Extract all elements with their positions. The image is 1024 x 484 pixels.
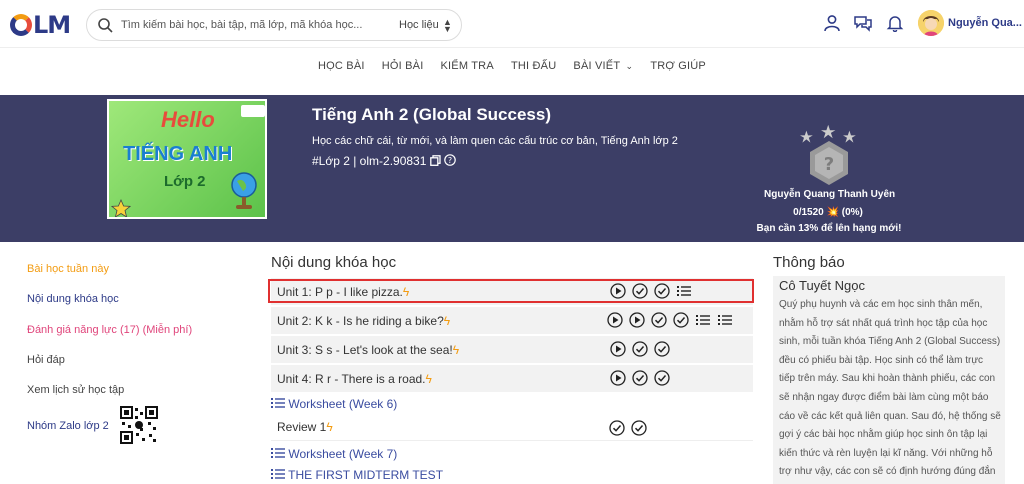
worksheet-week-7-label: Worksheet (Week 7) xyxy=(288,447,398,461)
course-content-title: Nội dung khóa học xyxy=(271,254,397,271)
course-description: Học các chữ cái, từ mới, và làm quen các… xyxy=(312,135,678,147)
unit-4-title: Unit 4: R r - There is a road. xyxy=(277,372,426,386)
unit-3-label[interactable]: Unit 3: S s - Let's look at the sea!ϟ xyxy=(277,343,459,357)
course-banner: Hello TIẾNG ANH Lớp 2 Tiếng Anh 2 (Globa… xyxy=(0,95,1024,242)
nav-item-thi-dau[interactable]: THI ĐẤU xyxy=(511,60,556,72)
main-nav: HỌC BÀI HỎI BÀI KIỂM TRA THI ĐẤU BÀI VIẾ… xyxy=(0,60,1024,84)
unit-row-4[interactable]: Unit 4: R r - There is a road.ϟ xyxy=(271,365,753,392)
play-icon[interactable] xyxy=(610,370,626,386)
course-cover-image: Hello TIẾNG ANH Lớp 2 xyxy=(107,99,267,219)
nav-item-tro-giup[interactable]: TRỢ GIÚP xyxy=(650,60,706,72)
nav-item-hoc-bai[interactable]: HỌC BÀI xyxy=(318,60,365,72)
course-title: Tiếng Anh 2 (Global Success) xyxy=(312,105,551,124)
review-row[interactable]: Review 1ϟ xyxy=(271,414,753,441)
svg-text:?: ? xyxy=(448,156,452,165)
bell-icon[interactable] xyxy=(886,14,904,32)
unit-4-label[interactable]: Unit 4: R r - There is a road.ϟ xyxy=(277,372,432,386)
bolt-icon: ϟ xyxy=(452,343,460,357)
cover-grade-text: Lớp 2 xyxy=(164,173,206,190)
midterm-test-label: THE FIRST MIDTERM TEST xyxy=(288,468,444,482)
avatar[interactable] xyxy=(918,10,944,36)
sidebar-item-qa[interactable]: Hỏi đáp xyxy=(27,354,65,366)
list-icon[interactable] xyxy=(695,312,711,328)
highlight-box xyxy=(268,279,754,303)
notices-title: Thông báo xyxy=(773,254,845,271)
username[interactable]: Nguyễn Qua... xyxy=(948,17,1022,29)
review-title: Review 1 xyxy=(277,420,327,434)
rank-student-name: Nguyễn Quang Thanh Uyên xyxy=(764,189,896,200)
unit-row-3[interactable]: Unit 3: S s - Let's look at the sea!ϟ xyxy=(271,336,753,363)
unit-2-title: Unit 2: K k - Is he riding a bike? xyxy=(277,314,444,328)
course-code: #Lớp 2 | olm-2.90831 ? xyxy=(312,154,456,168)
top-bar: LM Tìm kiếm bài học, bài tập, mã lớp, mã… xyxy=(0,0,1024,48)
nav-item-hoi-bai[interactable]: HỎI BÀI xyxy=(382,60,424,72)
nav-item-bai-viet-label: BÀI VIẾT xyxy=(573,60,621,72)
list-icon xyxy=(271,398,285,408)
rank-note: Bạn cần 13% để lên hạng mới! xyxy=(756,223,902,234)
check-icon[interactable] xyxy=(654,341,670,357)
check-icon[interactable] xyxy=(609,420,625,436)
select-arrows-icon: ▲ ▼ xyxy=(443,17,452,34)
midterm-test-link[interactable]: THE FIRST MIDTERM TEST xyxy=(271,468,443,482)
sidebar-item-assessment[interactable]: Đánh giá năng lực (17) (Miễn phí) xyxy=(27,324,192,336)
play-icon[interactable] xyxy=(607,312,623,328)
chevron-down-icon: ⌄ xyxy=(625,61,634,71)
sidebar-item-zalo-group[interactable]: Nhóm Zalo lớp 2 xyxy=(27,420,109,432)
worksheet-week-6-label: Worksheet (Week 6) xyxy=(288,397,398,411)
search-input[interactable]: Tìm kiếm bài học, bài tập, mã lớp, mã kh… xyxy=(121,19,362,31)
check-icon[interactable] xyxy=(632,370,648,386)
list-icon[interactable] xyxy=(717,312,733,328)
sidebar-item-history[interactable]: Xem lịch sử học tập xyxy=(27,384,124,396)
star-icon xyxy=(111,199,131,217)
notice-card: Cô Tuyết Ngọc Quý phụ huynh và các em họ… xyxy=(773,276,1005,484)
cover-hello-text: Hello xyxy=(161,107,215,132)
bolt-icon: ϟ xyxy=(326,420,333,434)
help-icon[interactable]: ? xyxy=(444,154,456,166)
unit-2-label[interactable]: Unit 2: K k - Is he riding a bike?ϟ xyxy=(277,314,450,328)
play-icon[interactable] xyxy=(610,341,626,357)
user-icon[interactable] xyxy=(823,14,841,32)
search-scope-select[interactable]: Học liệu xyxy=(399,19,439,31)
sidebar-item-course-content[interactable]: Nội dung khóa học xyxy=(27,293,119,305)
rank-score: 0/1520 💥 (0%) xyxy=(793,207,863,218)
check-icon[interactable] xyxy=(673,312,689,328)
olm-logo[interactable]: LM xyxy=(10,11,71,39)
course-code-text: #Lớp 2 | olm-2.90831 xyxy=(312,154,427,168)
review-label[interactable]: Review 1ϟ xyxy=(277,420,333,434)
check-icon[interactable] xyxy=(632,341,648,357)
unit-3-title: Unit 3: S s - Let's look at the sea! xyxy=(277,343,453,357)
publisher-badge xyxy=(241,105,265,117)
rank-badge-icon: ? xyxy=(800,125,856,185)
notice-text: Quý phụ huynh và các em học sinh thân mế… xyxy=(779,299,1001,478)
worksheet-week-7-link[interactable]: Worksheet (Week 7) xyxy=(271,447,397,461)
cover-title-text: TIẾNG ANH xyxy=(123,143,233,165)
search-bar[interactable]: Tìm kiếm bài học, bài tập, mã lớp, mã kh… xyxy=(86,9,462,41)
notice-author: Cô Tuyết Ngọc xyxy=(779,278,865,293)
list-icon xyxy=(271,469,285,479)
copy-icon[interactable] xyxy=(429,155,441,166)
bolt-icon: ϟ xyxy=(443,314,451,328)
sidebar-item-weekly-lessons[interactable]: Bài học tuần này xyxy=(27,263,109,275)
chat-icon[interactable] xyxy=(854,14,872,32)
unit-row-2[interactable]: Unit 2: K k - Is he riding a bike?ϟ xyxy=(271,307,753,334)
globe-icon xyxy=(231,172,257,209)
check-icon[interactable] xyxy=(651,312,667,328)
search-icon xyxy=(98,18,113,33)
list-icon xyxy=(271,448,285,458)
worksheet-week-6-link[interactable]: Worksheet (Week 6) xyxy=(271,397,397,411)
qr-code-image xyxy=(120,406,158,444)
nav-item-kiem-tra[interactable]: KIỂM TRA xyxy=(441,60,494,72)
check-icon[interactable] xyxy=(654,370,670,386)
nav-item-bai-viet[interactable]: BÀI VIẾT ⌄ xyxy=(573,60,633,72)
svg-text:?: ? xyxy=(824,154,834,175)
bolt-icon: ϟ xyxy=(425,372,432,386)
check-icon[interactable] xyxy=(631,420,647,436)
play-icon[interactable] xyxy=(629,312,645,328)
